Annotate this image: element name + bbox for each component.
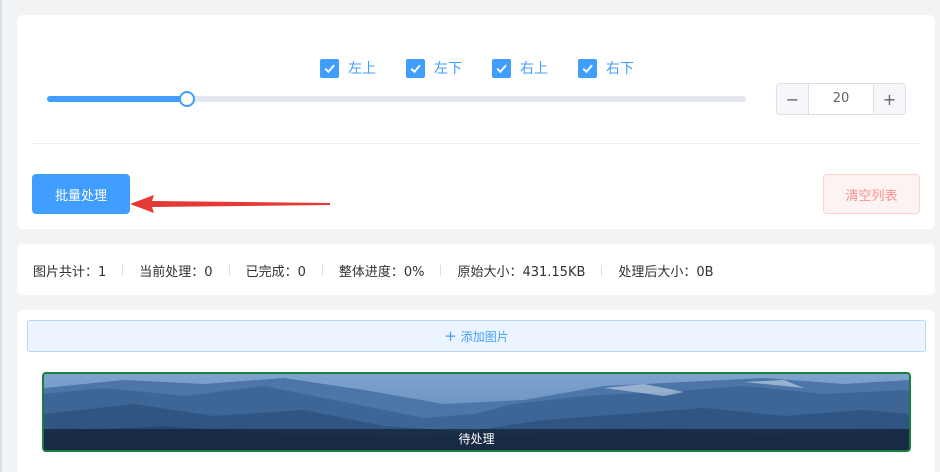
stat-completed: 已完成：0 [245,264,306,280]
clear-list-button[interactable]: 清空列表 [823,174,920,214]
checkbox-top-left[interactable]: 左上 [320,58,376,78]
image-status-label: 待处理 [44,429,909,450]
stat-total: 图片共计：1 [33,264,107,280]
checkbox-top-right[interactable]: 右上 [492,58,548,78]
checkmark-icon [578,58,597,78]
checkbox-label: 左下 [434,61,462,77]
checkbox-label: 右上 [520,61,548,77]
decrement-button[interactable]: − [777,84,809,114]
checkmark-icon [406,58,425,78]
stat-separator [601,264,603,276]
stat-separator [440,264,442,276]
slider-handle[interactable] [178,91,195,107]
plus-icon: + [444,327,457,345]
stat-separator [122,264,124,276]
add-image-label: 添加图片 [460,329,509,344]
batch-process-button[interactable]: 批量处理 [32,174,130,214]
stats-bar: 图片共计：1 当前处理：0 已完成：0 整体进度：0% 原始大小：431.15K… [33,262,714,280]
stat-current: 当前处理：0 [139,264,213,280]
increment-button[interactable]: + [873,84,905,114]
stepper-value[interactable]: 20 [809,84,873,114]
checkbox-bottom-right[interactable]: 右下 [578,58,634,78]
stat-original-size: 原始大小：431.15KB [457,264,586,280]
checkbox-label: 左上 [348,61,376,77]
checkbox-bottom-left[interactable]: 左下 [406,58,462,78]
slider-fill [47,96,187,102]
image-item[interactable]: 待处理 [42,372,911,452]
annotation-arrow-icon [130,195,330,213]
window-left-edge [0,0,2,472]
quality-stepper: − 20 + [776,83,906,115]
stat-separator [321,264,323,276]
checkmark-icon [492,58,511,78]
add-image-button[interactable]: + 添加图片 [27,320,926,352]
stat-separator [228,264,230,276]
checkbox-label: 右下 [606,61,634,77]
stat-processed-size: 处理后大小：0B [618,264,714,280]
checkmark-icon [320,58,339,78]
quality-slider[interactable] [47,91,746,107]
divider [32,143,920,144]
stat-progress: 整体进度：0% [338,264,425,280]
